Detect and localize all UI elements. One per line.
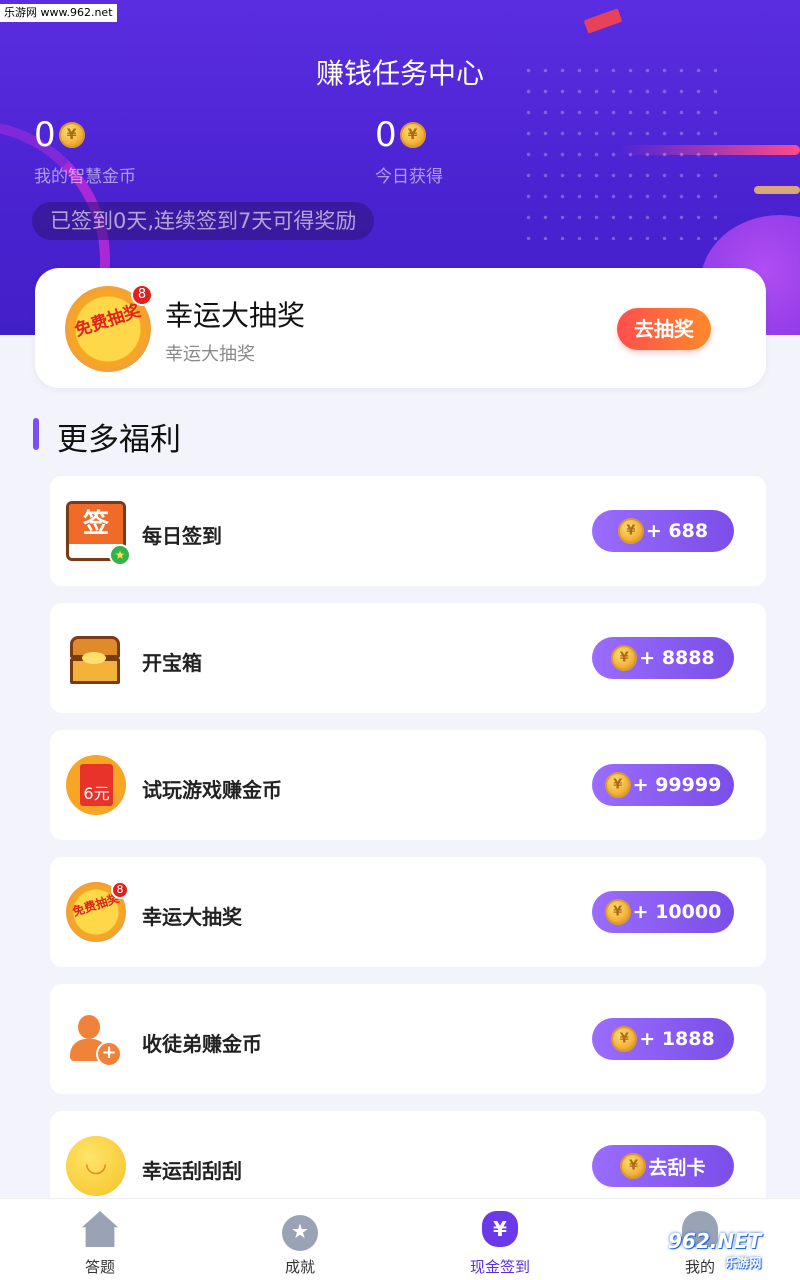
scratch-card-button[interactable]: 去刮卡 <box>592 1145 734 1187</box>
decor-chip <box>583 8 623 34</box>
tab-cash-sign[interactable]: 现金签到 <box>400 1199 600 1280</box>
coin-icon <box>611 1026 638 1052</box>
task-invite-disciple[interactable]: + 收徒弟赚金币 + 1888 <box>50 984 766 1094</box>
lottery-title: 幸运大抽奖 <box>165 299 306 332</box>
smiley-coin-icon: ◡ <box>66 1136 126 1196</box>
watermark-sub: 乐游网 <box>725 1256 762 1270</box>
lucky-wheel-icon: 免费抽奖 8 <box>66 881 129 942</box>
calendar-sign-icon: 签 ★ <box>66 501 131 566</box>
tab-label: 答题 <box>84 1258 115 1276</box>
tab-achievement[interactable]: 成就 <box>200 1199 400 1280</box>
medal-icon <box>282 1215 318 1251</box>
reward-amount: + 99999 <box>632 774 722 796</box>
task-name: 试玩游戏赚金币 <box>142 778 282 802</box>
reward-button[interactable]: + 688 <box>592 510 734 552</box>
home-icon <box>82 1211 118 1247</box>
calendar-sign-glyph: 签 <box>69 504 123 544</box>
my-coins-label: 我的智慧金币 <box>34 167 136 187</box>
tab-label: 成就 <box>284 1258 315 1276</box>
reward-amount: + 10000 <box>632 901 722 923</box>
lottery-count-badge: 8 <box>131 284 153 306</box>
today-coins-label: 今日获得 <box>375 167 443 187</box>
task-daily-sign[interactable]: 签 ★ 每日签到 + 688 <box>50 476 766 586</box>
reward-amount: 去刮卡 <box>648 1156 706 1179</box>
tab-label: 现金签到 <box>469 1258 530 1276</box>
my-coins-stat: 0 我的智慧金币 <box>34 116 136 187</box>
coin-icon <box>620 1153 647 1179</box>
coin-icon <box>611 645 638 671</box>
site-watermark: 乐游网 www.962.net <box>0 4 117 22</box>
add-user-icon: + <box>66 1009 126 1069</box>
today-coins-stat: 0 今日获得 <box>375 116 443 187</box>
lucky-wheel-icon: 免费抽奖 8 <box>65 284 153 372</box>
star-icon: ★ <box>109 544 131 566</box>
money-bag-icon <box>482 1211 518 1247</box>
reward-button[interactable]: + 10000 <box>592 891 734 933</box>
lottery-subtitle: 幸运大抽奖 <box>165 344 255 365</box>
task-open-chest[interactable]: 开宝箱 + 8888 <box>50 603 766 713</box>
coin-icon <box>604 899 631 925</box>
coin-icon <box>604 772 631 798</box>
section-title: 更多福利 <box>57 422 181 458</box>
coin-icon <box>58 122 85 148</box>
treasure-chest-icon <box>66 628 126 688</box>
task-name: 幸运刮刮刮 <box>142 1159 242 1183</box>
reward-amount: + 1888 <box>639 1028 715 1050</box>
lottery-card[interactable]: 免费抽奖 8 幸运大抽奖 幸运大抽奖 去抽奖 <box>35 268 766 388</box>
task-trial-game[interactable]: 6元 试玩游戏赚金币 + 99999 <box>50 730 766 840</box>
task-lucky-draw[interactable]: 免费抽奖 8 幸运大抽奖 + 10000 <box>50 857 766 967</box>
wheel-label: 免费抽奖 <box>72 301 144 342</box>
site-watermark-logo: 962.NET 乐游网 <box>668 1230 761 1274</box>
sign-status-pill: 已签到0天,连续签到7天可得奖励 <box>32 202 375 240</box>
today-coins-value: 0 <box>375 115 397 155</box>
go-lottery-button[interactable]: 去抽奖 <box>617 308 711 350</box>
lottery-count-badge: 8 <box>111 881 129 899</box>
task-name: 开宝箱 <box>142 651 202 675</box>
reward-button[interactable]: + 8888 <box>592 637 734 679</box>
coin-icon <box>617 518 644 544</box>
decor-streak-small <box>754 186 800 194</box>
my-coins-value: 0 <box>34 115 56 155</box>
reward-button[interactable]: + 1888 <box>592 1018 734 1060</box>
red-envelope-icon: 6元 <box>66 755 126 815</box>
section-accent-bar <box>33 418 39 450</box>
task-name: 收徒弟赚金币 <box>142 1032 262 1056</box>
task-name: 每日签到 <box>142 524 222 548</box>
reward-amount: + 8888 <box>639 647 715 669</box>
tab-answer[interactable]: 答题 <box>0 1199 200 1280</box>
task-name: 幸运大抽奖 <box>142 905 242 929</box>
coin-icon <box>399 122 426 148</box>
reward-button[interactable]: + 99999 <box>592 764 734 806</box>
page-title: 赚钱任务中心 <box>315 57 484 90</box>
watermark-main: 962.NET <box>668 1229 762 1253</box>
red-envelope-amount: 6元 <box>80 764 113 806</box>
reward-amount: + 688 <box>645 520 709 542</box>
